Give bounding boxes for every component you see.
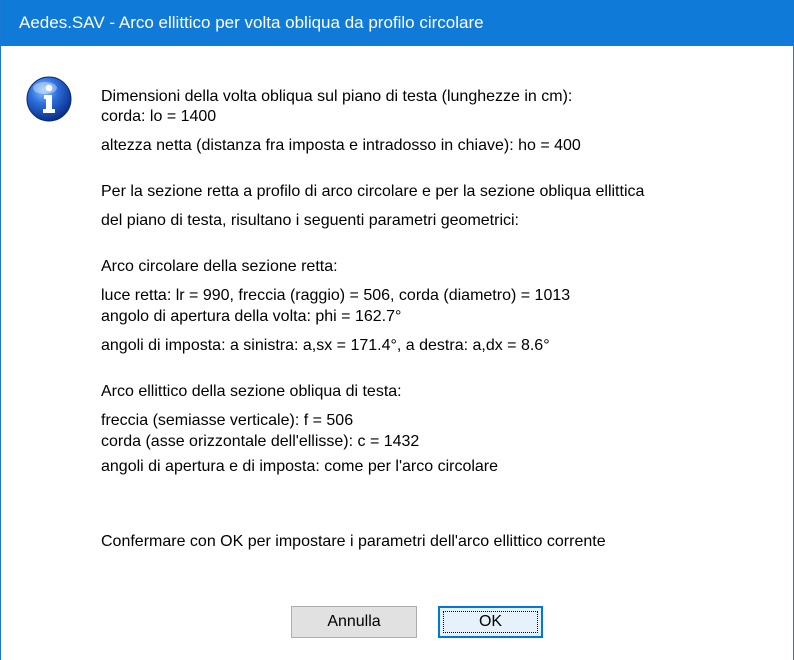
message-line-sezione-1: Per la sezione retta a profilo di arco c… [101, 183, 645, 200]
cancel-button[interactable]: Annulla [291, 606, 417, 638]
title-bar[interactable]: Aedes.SAV - Arco ellittico per volta obl… [1, 0, 794, 46]
info-icon [26, 76, 72, 122]
message-line-angolo-apertura: angolo di apertura della volta: phi = 16… [101, 308, 402, 325]
message-line-conferma: Confermare con OK per impostare i parame… [101, 533, 606, 550]
message-line-arco-circolare-header: Arco circolare della sezione retta: [101, 258, 338, 275]
message-line-luce-retta: luce retta: lr = 990, freccia (raggio) =… [101, 287, 571, 304]
message-line-dimensions-header: Dimensioni della volta obliqua sul piano… [101, 88, 573, 105]
message-line-altezza: altezza netta (distanza fra imposta e in… [101, 137, 581, 154]
message-line-corda: corda: lo = 1400 [101, 108, 217, 125]
ok-button[interactable]: OK [438, 606, 543, 638]
message-line-angoli-imposta: angoli di imposta: a sinistra: a,sx = 17… [101, 337, 550, 354]
message-line-sezione-2: del piano di testa, risultano i seguenti… [101, 212, 519, 229]
message-line-arco-ellittico-header: Arco ellittico della sezione obliqua di … [101, 383, 402, 400]
dialog-window: Aedes.SAV - Arco ellittico per volta obl… [0, 0, 794, 660]
message-line-angoli-apertura-imposta: angoli di apertura e di imposta: come pe… [101, 458, 499, 475]
message-line-corda-ellisse: corda (asse orizzontale dell'ellisse): c… [101, 433, 420, 450]
ok-button-label: OK [478, 613, 503, 630]
message-line-freccia: freccia (semiasse verticale): f = 506 [101, 412, 354, 429]
cancel-button-label: Annulla [327, 613, 381, 630]
window-title: Aedes.SAV - Arco ellittico per volta obl… [19, 13, 484, 32]
